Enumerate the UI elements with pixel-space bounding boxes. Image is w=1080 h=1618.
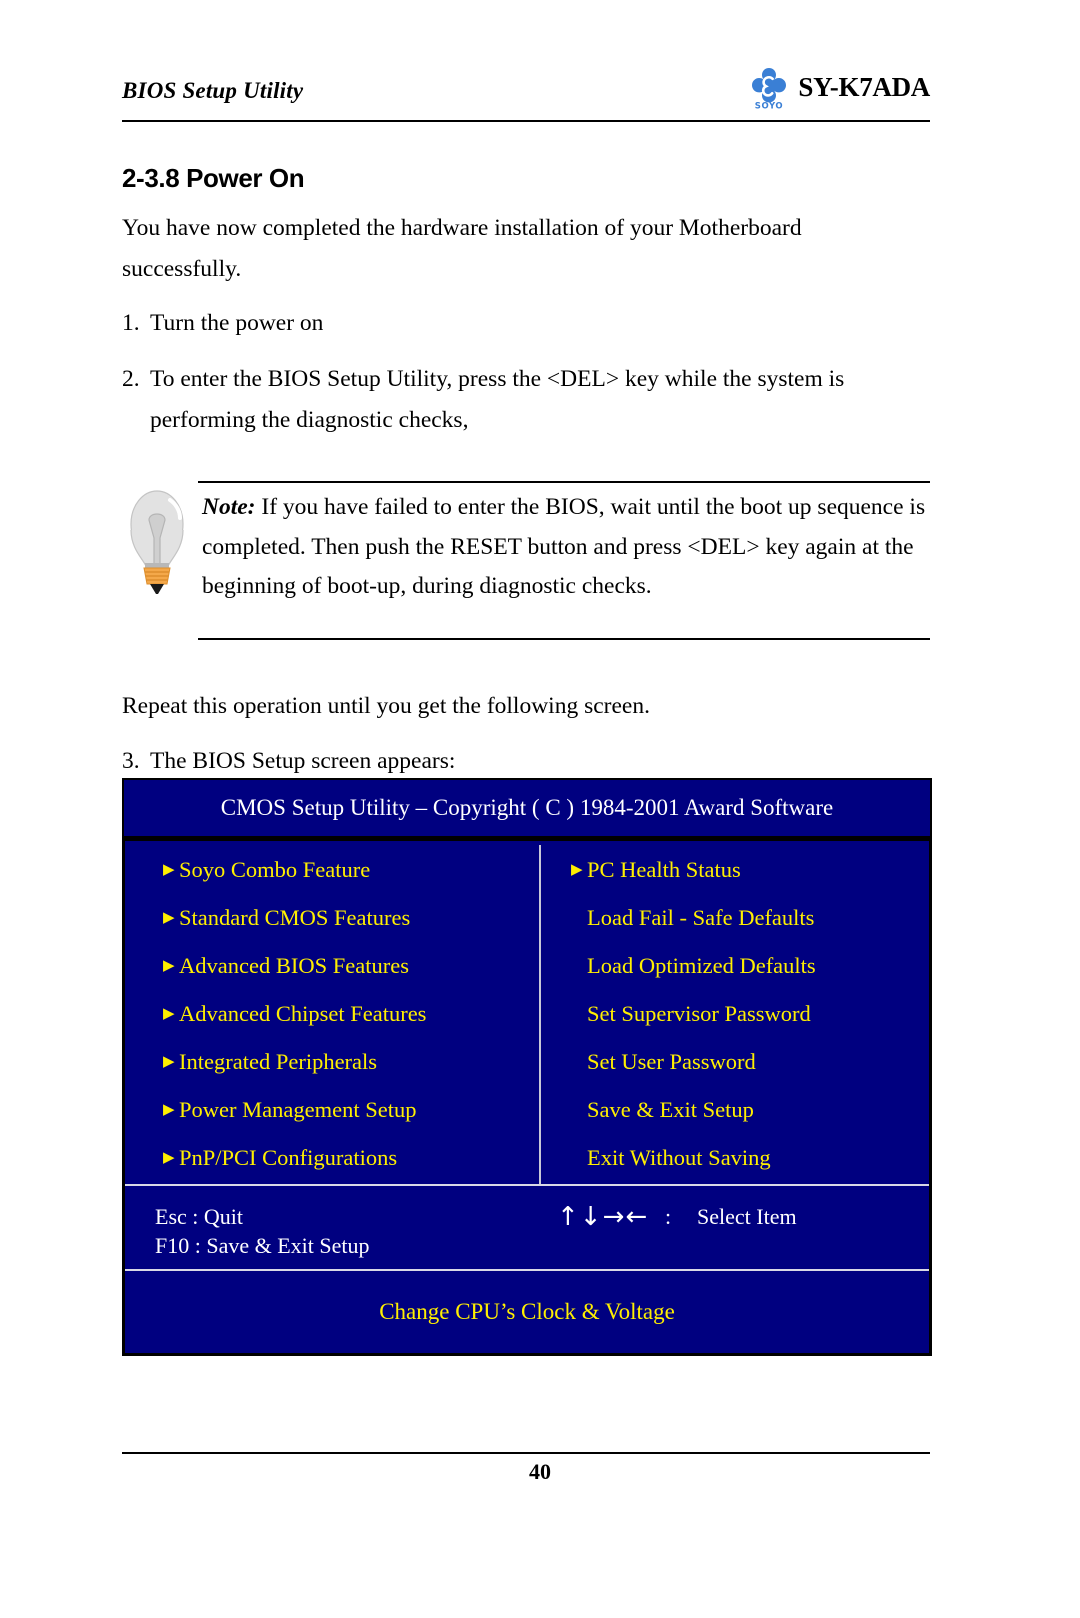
bios-menu-item-label: PnP/PCI Configurations <box>179 1145 398 1170</box>
triangle-right-icon: ▶ <box>163 957 175 974</box>
bios-menu-item-soyo-combo-feature[interactable]: ▶ Soyo Combo Feature <box>163 855 370 885</box>
triangle-right-icon: ▶ <box>163 909 175 926</box>
bios-key-separator: : <box>665 1204 672 1229</box>
bios-menu-item-advanced-bios-features[interactable]: ▶ Advanced BIOS Features <box>163 951 409 981</box>
header-title: BIOS Setup Utility <box>122 78 304 103</box>
arrow-keys-icon: ↑↓→← <box>557 1202 649 1232</box>
repeat-paragraph: Repeat this operation until you get the … <box>122 693 650 719</box>
bios-menu-item-pnp-pci-configurations[interactable]: ▶ PnP/PCI Configurations <box>163 1143 397 1173</box>
triangle-right-icon: ▶ <box>163 1053 175 1070</box>
note-bottom-divider <box>198 638 930 640</box>
bios-menu-item-save-and-exit-setup[interactable]: ▶ Save & Exit Setup <box>571 1095 754 1125</box>
page-header: BIOS Setup Utility SOYO SY-K7ADA <box>122 68 930 124</box>
list-item: 1. Turn the power on <box>122 303 922 344</box>
bios-hint-text: Change CPU’s Clock & Voltage <box>379 1299 675 1324</box>
bios-key-legend: Esc : Quit F10 : Save & Exit Setup ↑↓→← … <box>125 1186 929 1269</box>
bios-menu-item-label: Integrated Peripherals <box>179 1049 378 1074</box>
bios-menu-item-label: Power Management Setup <box>179 1097 417 1122</box>
triangle-right-icon: ▶ <box>571 861 583 878</box>
list-item-text: The BIOS Setup screen appears: <box>150 748 456 774</box>
bios-body: ▶ Soyo Combo Feature ▶ Standard CMOS Fea… <box>122 838 932 1356</box>
soyo-logo-icon: SOYO <box>752 68 787 111</box>
bios-menu-item-label: Standard CMOS Features <box>179 905 411 930</box>
bios-menu-item-load-optimized-defaults[interactable]: ▶ Load Optimized Defaults <box>571 951 816 981</box>
bios-menu-item-label: Exit Without Saving <box>587 1145 771 1170</box>
triangle-right-icon: ▶ <box>163 861 175 878</box>
bios-menu-item-set-supervisor-password[interactable]: ▶ Set Supervisor Password <box>571 999 811 1029</box>
note-label: Note: <box>202 494 256 520</box>
list-item-number: 3. <box>122 748 140 774</box>
bios-hint-bar: Change CPU’s Clock & Voltage <box>125 1271 929 1353</box>
list-item-text: To enter the BIOS Setup Utility, press t… <box>150 366 845 433</box>
lightbulb-icon <box>130 490 184 594</box>
bios-menu-item-label: PC Health Status <box>587 857 741 882</box>
bios-menu-item-label: Soyo Combo Feature <box>179 857 371 882</box>
bios-main-menu: ▶ Soyo Combo Feature ▶ Standard CMOS Fea… <box>125 841 929 1184</box>
list-item: 2. To enter the BIOS Setup Utility, pres… <box>122 359 922 441</box>
bios-title-bar: CMOS Setup Utility – Copyright ( C ) 198… <box>122 778 932 838</box>
bios-menu-item-advanced-chipset-features[interactable]: ▶ Advanced Chipset Features <box>163 999 426 1029</box>
soyo-logo-text: SOYO <box>755 102 784 111</box>
list-item-number: 2. <box>122 366 140 392</box>
note-top-divider <box>198 481 930 483</box>
bios-menu-right-column: ▶ PC Health Status ▶ Load Fail - Safe De… <box>541 841 929 1184</box>
bios-title-text: CMOS Setup Utility – Copyright ( C ) 198… <box>220 795 834 820</box>
note-text: Note: If you have failed to enter the BI… <box>202 488 928 607</box>
bios-menu-item-label: Advanced BIOS Features <box>179 953 409 978</box>
page-number: 40 <box>529 1459 551 1484</box>
document-page: BIOS Setup Utility SOYO SY-K7ADA 2-3.8 P… <box>0 0 1080 1618</box>
bios-menu-item-label: Load Optimized Defaults <box>587 953 816 978</box>
header-brand: SOYO SY-K7ADA <box>746 66 930 110</box>
note-body: If you have failed to enter the BIOS, wa… <box>202 494 926 599</box>
bios-menu-item-load-fail-safe-defaults[interactable]: ▶ Load Fail - Safe Defaults <box>571 903 814 933</box>
bios-menu-item-exit-without-saving[interactable]: ▶ Exit Without Saving <box>571 1143 771 1173</box>
bios-menu-item-standard-cmos-features[interactable]: ▶ Standard CMOS Features <box>163 903 410 933</box>
bios-menu-item-integrated-peripherals[interactable]: ▶ Integrated Peripherals <box>163 1047 377 1077</box>
header-divider <box>122 120 930 122</box>
list-item-text: Turn the power on <box>150 310 324 336</box>
bios-menu-left-column: ▶ Soyo Combo Feature ▶ Standard CMOS Fea… <box>125 841 539 1184</box>
triangle-right-icon: ▶ <box>163 1101 175 1118</box>
bios-menu-item-label: Advanced Chipset Features <box>179 1001 427 1026</box>
bios-key-action-label: Select Item <box>697 1204 797 1229</box>
triangle-right-icon: ▶ <box>163 1005 175 1022</box>
model-name: SY-K7ADA <box>798 71 930 102</box>
list-item-number: 1. <box>122 310 140 336</box>
bios-menu-item-label: Set User Password <box>587 1049 756 1074</box>
bios-setup-screen: CMOS Setup Utility – Copyright ( C ) 198… <box>122 778 932 1356</box>
intro-paragraph: You have now completed the hardware inst… <box>122 215 802 282</box>
bios-menu-item-pc-health-status[interactable]: ▶ PC Health Status <box>571 855 741 885</box>
bios-menu-item-power-management-setup[interactable]: ▶ Power Management Setup <box>163 1095 416 1125</box>
list-item: 3. The BIOS Setup screen appears: <box>122 741 922 782</box>
page-title: 2-3.8 Power On <box>122 163 305 193</box>
triangle-right-icon: ▶ <box>163 1149 175 1166</box>
bios-menu-item-set-user-password[interactable]: ▶ Set User Password <box>571 1047 756 1077</box>
bios-menu-item-label: Save & Exit Setup <box>587 1097 754 1122</box>
note-callout: Note: If you have failed to enter the BI… <box>122 470 930 642</box>
footer-divider <box>122 1452 930 1454</box>
bios-menu-item-label: Load Fail - Safe Defaults <box>587 905 815 930</box>
bios-menu-item-label: Set Supervisor Password <box>587 1001 811 1026</box>
bios-key-legend-left: Esc : Quit F10 : Save & Exit Setup <box>155 1204 370 1258</box>
